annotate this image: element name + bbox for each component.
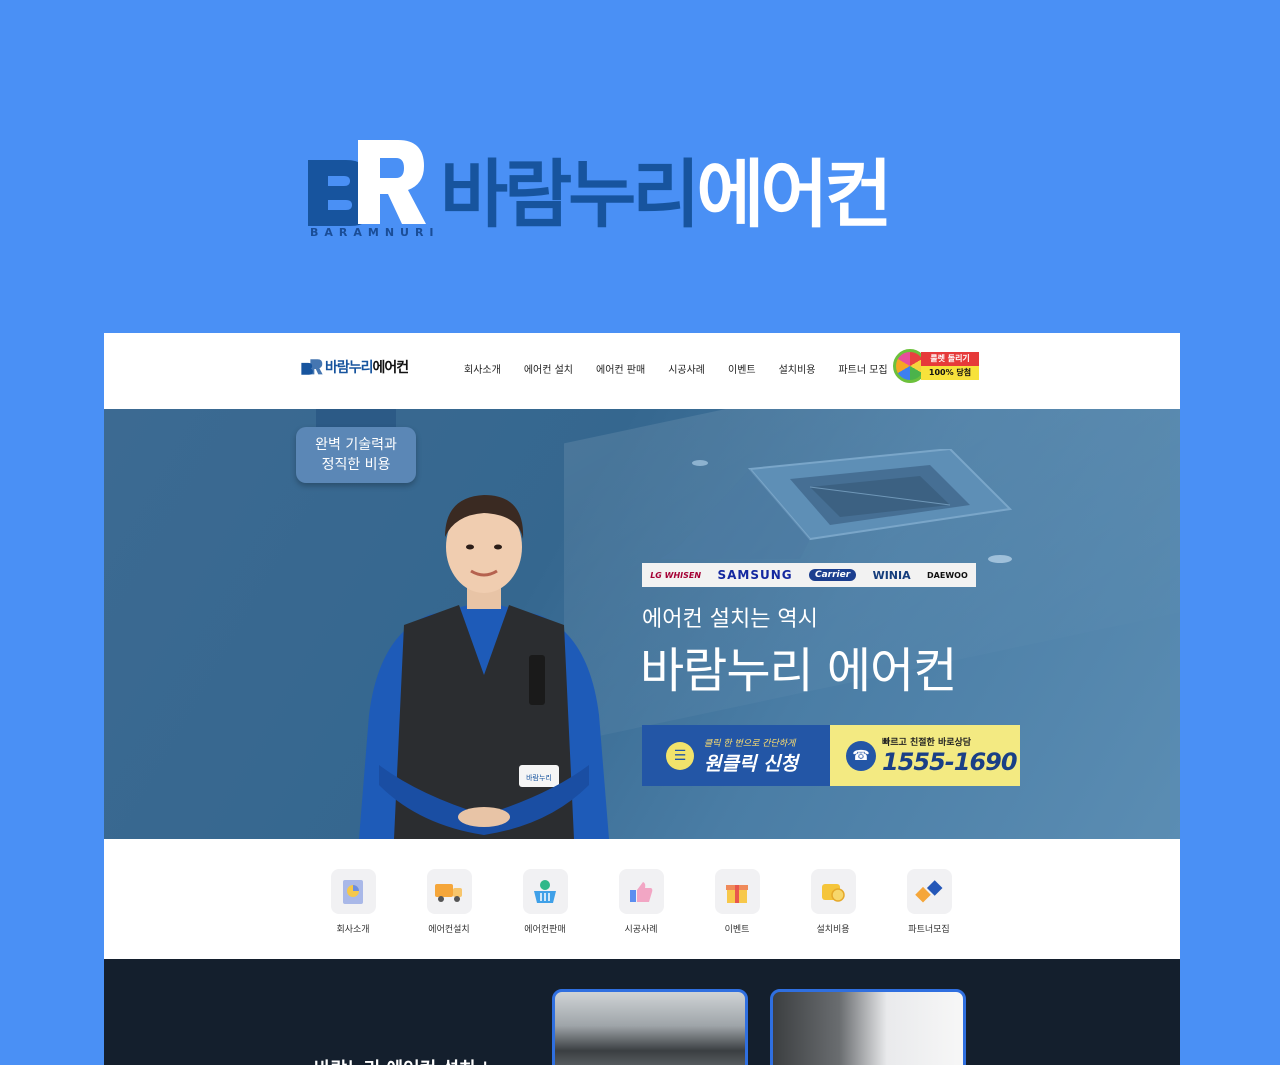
br-logo-mark: BARAMNURI — [306, 138, 434, 239]
menu-event[interactable]: 이벤트 — [728, 361, 756, 376]
handshake-icon — [906, 869, 952, 914]
technician-photo: 바람누리 — [359, 495, 609, 839]
quick-label: 시공사례 — [624, 925, 658, 935]
quick-item-ac-sales[interactable]: 에어컨판매 — [510, 869, 580, 935]
menu-partner[interactable]: 파트너 모집 — [838, 361, 887, 376]
nav-logo-mark-icon — [301, 359, 323, 375]
nav-logo[interactable]: 바람누리에어컨 — [301, 357, 410, 377]
brand-daewoo: DAEWOO — [927, 570, 968, 580]
quick-item-cost[interactable]: 설치비용 — [798, 869, 868, 935]
roulette-event-button[interactable]: 룰렛 돌리기 100% 당첨 — [893, 349, 979, 383]
main-banner: 완벽 기술력과 정직한 비용 바람누리 LG WHISEN SAMSUNG Ca… — [104, 409, 1180, 839]
brand-name-blue: 바람누리 — [440, 152, 700, 238]
quick-label: 에어컨설치 — [428, 925, 470, 935]
menu-ac-install[interactable]: 에어컨 설치 — [524, 361, 573, 376]
banner-subtitle: 에어컨 설치는 역시 — [642, 607, 818, 632]
nav-logo-blue: 바람누리 — [325, 360, 374, 376]
menu-company[interactable]: 회사소개 — [464, 361, 501, 376]
website-preview: 바람누리에어컨 회사소개 에어컨 설치 에어컨 판매 시공사례 이벤트 설치비용… — [104, 333, 1180, 1065]
quick-label: 파트너모집 — [908, 925, 950, 935]
thumbs-up-icon — [618, 869, 664, 914]
install-photo-technician[interactable] — [770, 989, 966, 1065]
logo-subtitle: BARAMNURI — [310, 226, 440, 239]
brand-logos-strip: LG WHISEN SAMSUNG Carrier WINIA DAEWOO — [642, 563, 976, 587]
menu-cases[interactable]: 시공사례 — [668, 361, 705, 376]
quick-label: 이벤트 — [724, 925, 750, 935]
call-caption: 빠르고 친절한 바로상담 — [882, 738, 972, 748]
brand-name-white: 에어컨 — [696, 152, 892, 238]
one-click-apply-button[interactable]: ☰ 클릭 한 번으로 간단하게 원클릭 신청 — [642, 725, 830, 786]
brand-winia: WINIA — [872, 568, 911, 582]
gift-box-icon — [714, 869, 760, 914]
brand-lg: LG WHISEN — [650, 570, 702, 580]
phone-consult-button[interactable]: ☎ 빠르고 친절한 바로상담 1555-1690 — [830, 725, 1020, 786]
brand-name: 바람누리 에어컨 — [440, 152, 893, 238]
menu-cost[interactable]: 설치비용 — [779, 361, 816, 376]
phone-number: 1555-1690 — [882, 748, 1018, 776]
coin-wallet-icon — [810, 869, 856, 914]
form-document-icon: ☰ — [666, 741, 694, 770]
hero-logo: BARAMNURI 바람누리 에어컨 — [306, 138, 893, 239]
brand-samsung: SAMSUNG — [717, 568, 793, 582]
apply-caption: 클릭 한 번으로 간단하게 — [704, 738, 796, 749]
quick-item-company[interactable]: 회사소개 — [318, 869, 388, 935]
top-navigation: 바람누리에어컨 회사소개 에어컨 설치 에어컨 판매 시공사례 이벤트 설치비용… — [104, 333, 1180, 409]
quick-label: 설치비용 — [816, 925, 850, 935]
badge-tab — [316, 409, 396, 429]
roulette-prize-label: 100% 당첨 — [921, 366, 979, 380]
quick-menu: 회사소개 에어컨설치 에어컨판매 시공사례 이벤트 설치비용 파트너모집 — [104, 839, 1180, 959]
nav-logo-dark: 에어컨 — [372, 360, 410, 376]
menu-ac-sales[interactable]: 에어컨 판매 — [596, 361, 645, 376]
roulette-label: 룰렛 돌리기 — [921, 352, 979, 366]
quick-item-ac-install[interactable]: 에어컨설치 — [414, 869, 484, 935]
install-photo-ceiling[interactable] — [552, 989, 748, 1065]
section-heading: 바람누리 에어컨 설치 | — [314, 1055, 488, 1065]
brand-carrier: Carrier — [809, 569, 857, 581]
banner-title: 바람누리 에어컨 — [640, 643, 957, 699]
shopping-basket-icon — [522, 869, 568, 914]
quick-label: 회사소개 — [336, 925, 370, 935]
worker-name-tag: 바람누리 — [526, 773, 552, 782]
quick-item-partner[interactable]: 파트너모집 — [894, 869, 964, 935]
phone-icon: ☎ — [846, 740, 876, 771]
quick-item-event[interactable]: 이벤트 — [702, 869, 772, 935]
badge-line-1: 완벽 기술력과 — [315, 437, 397, 453]
quick-item-cases[interactable]: 시공사례 — [606, 869, 676, 935]
quick-label: 에어컨판매 — [524, 925, 566, 935]
main-menu: 회사소개 에어컨 설치 에어컨 판매 시공사례 이벤트 설치비용 파트너 모집 — [464, 361, 911, 376]
delivery-truck-icon — [426, 869, 472, 914]
company-book-icon — [330, 869, 376, 914]
apply-label: 원클릭 신청 — [704, 752, 799, 775]
install-section: 바람누리 에어컨 설치 | — [104, 959, 1180, 1065]
